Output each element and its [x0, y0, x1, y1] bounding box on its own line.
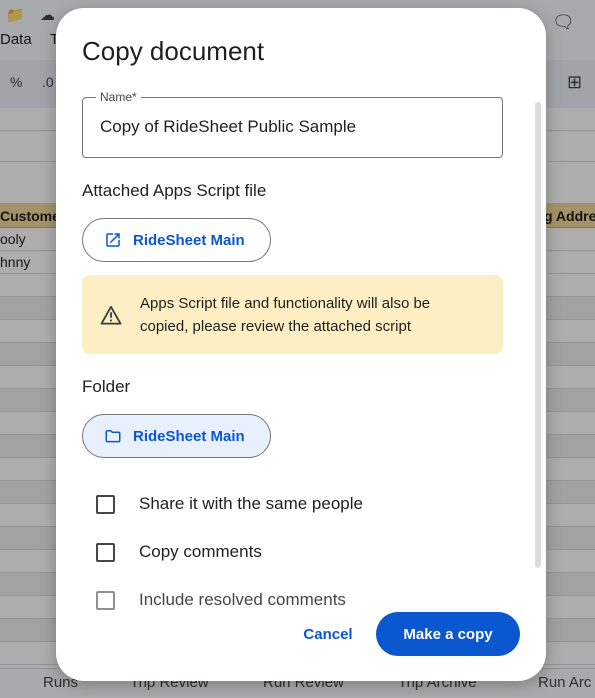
share-same-people-label[interactable]: Share it with the same people [139, 494, 363, 514]
warning-icon [100, 305, 122, 325]
name-field-label: Name* [96, 90, 141, 104]
copy-comments-checkbox[interactable] [96, 542, 115, 562]
make-a-copy-button[interactable]: Make a copy [376, 612, 520, 656]
open-in-new-icon [104, 231, 122, 249]
copy-comments-option[interactable]: Copy comments [96, 542, 262, 562]
dialog-title: Copy document [82, 36, 265, 66]
cancel-button[interactable]: Cancel [288, 614, 368, 654]
copy-comments-label[interactable]: Copy comments [139, 542, 262, 562]
folder-icon [104, 427, 122, 445]
folder-chip[interactable]: RideSheet Main [82, 414, 271, 458]
warning-banner: Apps Script file and functionality will … [82, 275, 503, 354]
dialog-scrollbar[interactable] [535, 102, 541, 568]
apps-script-section-label: Attached Apps Script file [82, 181, 267, 200]
name-input[interactable]: Copy of RideSheet Public Sample [100, 117, 356, 137]
warning-text: Apps Script file and functionality will … [140, 295, 431, 335]
name-field[interactable]: Name* Copy of RideSheet Public Sample [82, 90, 503, 158]
share-same-people-option[interactable]: Share it with the same people [96, 494, 363, 514]
folder-section-label: Folder [82, 377, 131, 396]
include-resolved-comments-checkbox [96, 590, 115, 610]
include-resolved-comments-label: Include resolved comments [139, 590, 346, 609]
apps-script-file-chip[interactable]: RideSheet Main [82, 218, 271, 262]
copy-document-dialog: Copy document Name* Copy of RideSheet Pu… [56, 8, 546, 681]
folder-chip-label: RideSheet Main [133, 427, 245, 445]
apps-script-chip-label: RideSheet Main [133, 231, 245, 249]
include-resolved-comments-option: Include resolved comments [96, 590, 346, 610]
share-same-people-checkbox[interactable] [96, 494, 115, 514]
